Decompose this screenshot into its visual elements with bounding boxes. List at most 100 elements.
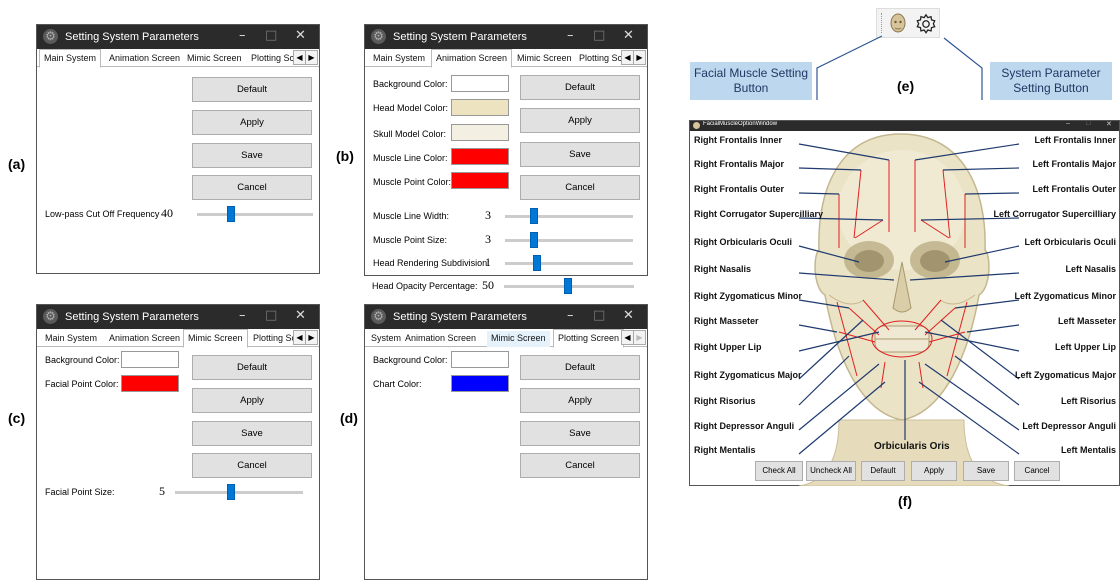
window-title: Setting System Parameters bbox=[393, 311, 527, 323]
tab-mimic-screen[interactable]: Mimic Screen bbox=[487, 331, 550, 347]
muscle-line-width-slider[interactable] bbox=[505, 215, 633, 218]
tab-plotting-screen[interactable]: Plotting Screen bbox=[553, 329, 625, 348]
chart-color-swatch[interactable] bbox=[451, 375, 509, 392]
uncheck-all-button[interactable]: Uncheck All bbox=[806, 461, 856, 481]
save-button[interactable]: Save bbox=[192, 421, 312, 446]
label-right-corrugator: Right Corrugator Supercilliary bbox=[694, 209, 824, 219]
leader-line-left-10 bbox=[954, 355, 1020, 406]
default-button[interactable]: Default bbox=[192, 77, 312, 102]
label-right-orbicularis-oculi: Right Orbicularis Oculi bbox=[694, 237, 793, 247]
apply-button[interactable]: Apply bbox=[911, 461, 957, 481]
tab-bar: Main System Animation Screen Mimic Scree… bbox=[365, 49, 647, 68]
default-button[interactable]: Default bbox=[861, 461, 905, 481]
close-button[interactable]: ✕ bbox=[295, 28, 306, 43]
tab-animation-screen[interactable]: Animation Screen bbox=[105, 331, 184, 347]
save-button[interactable]: Save bbox=[963, 461, 1009, 481]
system-parameter-setting-button[interactable] bbox=[915, 13, 937, 35]
tab-mimic-screen[interactable]: Mimic Screen bbox=[183, 51, 246, 67]
cancel-button[interactable]: Cancel bbox=[192, 453, 312, 478]
tab-animation-screen[interactable]: Animation Screen bbox=[431, 49, 513, 68]
save-button[interactable]: Save bbox=[520, 421, 640, 446]
toolbar-grip bbox=[881, 13, 883, 33]
tab-mimic-screen[interactable]: Mimic Screen bbox=[513, 51, 576, 67]
tab-scroll-right-icon[interactable]: ▶ bbox=[305, 50, 318, 65]
head-model-color-swatch[interactable] bbox=[451, 99, 509, 116]
app-gear-icon: ⚙ bbox=[371, 29, 386, 44]
tab-scroll-right-icon[interactable]: ▶ bbox=[633, 330, 646, 345]
muscle-line-width-slider-thumb[interactable] bbox=[530, 208, 539, 224]
cutoff-frequency-label: Low-pass Cut Off Frequency bbox=[45, 209, 160, 219]
facial-point-size-label: Facial Point Size: bbox=[45, 487, 115, 497]
skull-model-color-swatch[interactable] bbox=[451, 124, 509, 141]
save-button[interactable]: Save bbox=[192, 143, 312, 168]
check-all-button[interactable]: Check All bbox=[755, 461, 803, 481]
facial-point-color-label: Facial Point Color: bbox=[45, 379, 119, 389]
muscle-line-color-label: Muscle Line Color: bbox=[373, 153, 448, 163]
muscle-point-size-slider-thumb[interactable] bbox=[530, 232, 539, 248]
muscle-point-size-slider[interactable] bbox=[505, 239, 633, 242]
minimize-button[interactable]: – bbox=[239, 308, 246, 323]
facial-point-color-swatch[interactable] bbox=[121, 375, 179, 392]
maximize-button[interactable]: □ bbox=[265, 308, 277, 323]
skull-model-color-label: Skull Model Color: bbox=[373, 129, 447, 139]
maximize-button[interactable]: □ bbox=[593, 28, 605, 43]
title-bar: ⚙ Setting System Parameters – □ ✕ bbox=[37, 25, 319, 49]
apply-button[interactable]: Apply bbox=[520, 108, 640, 133]
head-subdivision-value: 1 bbox=[485, 255, 491, 269]
chart-color-label: Chart Color: bbox=[373, 379, 422, 389]
close-button[interactable]: ✕ bbox=[623, 308, 634, 323]
tab-animation-screen[interactable]: Animation Screen bbox=[401, 331, 480, 347]
close-button[interactable]: ✕ bbox=[295, 308, 306, 323]
panel-label-f: (f) bbox=[898, 493, 912, 509]
maximize-button[interactable]: □ bbox=[593, 308, 605, 323]
maximize-button[interactable]: □ bbox=[265, 28, 277, 43]
cancel-button[interactable]: Cancel bbox=[520, 175, 640, 200]
head-subdivision-slider[interactable] bbox=[505, 262, 633, 265]
label-right-risorius: Right Risorius bbox=[694, 396, 756, 406]
default-button[interactable]: Default bbox=[520, 75, 640, 100]
muscle-line-color-swatch[interactable] bbox=[451, 148, 509, 165]
cutoff-frequency-slider[interactable] bbox=[197, 213, 313, 216]
apply-button[interactable]: Apply bbox=[192, 388, 312, 413]
muscle-line-width-label: Muscle Line Width: bbox=[373, 211, 450, 221]
tab-mimic-screen[interactable]: Mimic Screen bbox=[183, 329, 248, 348]
cancel-button[interactable]: Cancel bbox=[192, 175, 312, 200]
save-button[interactable]: Save bbox=[520, 142, 640, 167]
cutoff-frequency-slider-thumb[interactable] bbox=[226, 206, 235, 222]
facial-muscle-callout: Facial Muscle Setting Button bbox=[690, 62, 812, 100]
apply-button[interactable]: Apply bbox=[192, 110, 312, 135]
tab-main-system[interactable]: System bbox=[367, 331, 405, 347]
close-button[interactable]: ✕ bbox=[623, 28, 634, 43]
apply-button[interactable]: Apply bbox=[520, 388, 640, 413]
head-opacity-slider-thumb[interactable] bbox=[563, 278, 572, 294]
tab-scroll-right-icon[interactable]: ▶ bbox=[305, 330, 318, 345]
head-model-color-label: Head Model Color: bbox=[373, 103, 449, 113]
label-left-frontalis-inner: Left Frontalis Inner bbox=[1034, 135, 1116, 145]
label-left-nasalis: Left Nasalis bbox=[1065, 264, 1116, 274]
tab-main-system[interactable]: Main System bbox=[41, 331, 101, 347]
tab-main-system[interactable]: Main System bbox=[369, 51, 429, 67]
tab-main-system[interactable]: Main System bbox=[39, 49, 102, 68]
label-right-frontalis-inner: Right Frontalis Inner bbox=[694, 135, 783, 145]
minimize-button[interactable]: – bbox=[239, 28, 246, 43]
tab-animation-screen[interactable]: Animation Screen bbox=[105, 51, 184, 67]
label-left-mentalis: Left Mentalis bbox=[1060, 445, 1116, 455]
default-button[interactable]: Default bbox=[192, 355, 312, 380]
tab-scroll-right-icon[interactable]: ▶ bbox=[633, 50, 646, 65]
background-color-swatch[interactable] bbox=[451, 351, 509, 368]
facial-point-size-slider[interactable] bbox=[175, 491, 303, 494]
background-color-swatch[interactable] bbox=[121, 351, 179, 368]
cancel-button[interactable]: Cancel bbox=[520, 453, 640, 478]
minimize-button[interactable]: – bbox=[567, 308, 574, 323]
facial-muscle-setting-button[interactable] bbox=[889, 13, 907, 35]
muscle-point-size-label: Muscle Point Size: bbox=[373, 235, 448, 245]
background-color-swatch[interactable] bbox=[451, 75, 509, 92]
cancel-button[interactable]: Cancel bbox=[1014, 461, 1060, 481]
label-left-risorius: Left Risorius bbox=[1060, 396, 1116, 406]
head-subdivision-slider-thumb[interactable] bbox=[533, 255, 541, 271]
minimize-button[interactable]: – bbox=[567, 28, 574, 43]
muscle-point-color-swatch[interactable] bbox=[451, 172, 509, 189]
facial-point-size-slider-thumb[interactable] bbox=[227, 484, 236, 500]
default-button[interactable]: Default bbox=[520, 355, 640, 380]
label-left-depressor-anguli: Left Depressor Anguli bbox=[1022, 421, 1116, 431]
